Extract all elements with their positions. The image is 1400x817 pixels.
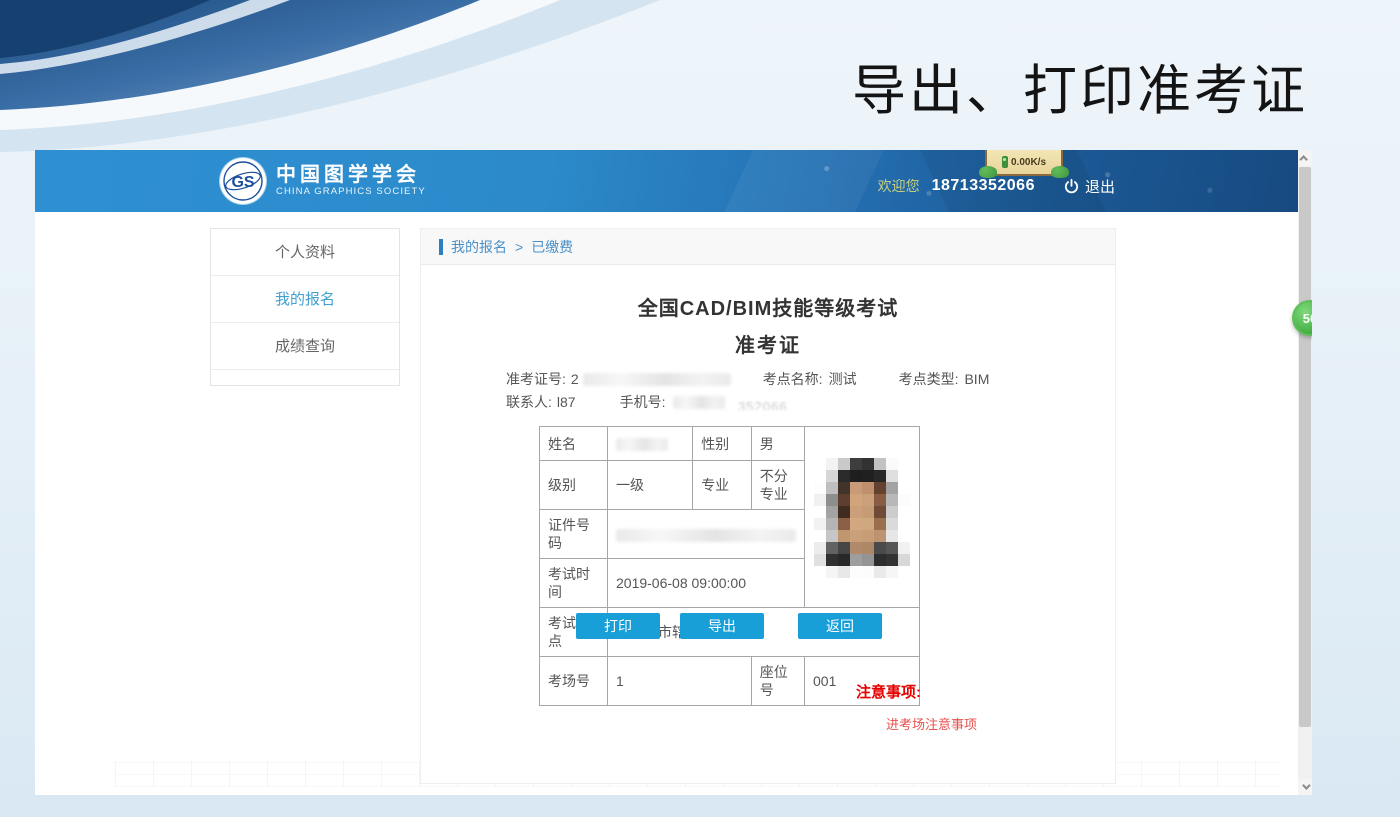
sidebar: 个人资料 我的报名 成绩查询 xyxy=(210,228,400,386)
logout-button[interactable]: 退出 xyxy=(1063,176,1115,197)
room-label: 考场号 xyxy=(540,657,608,706)
mobile-label: 手机号: xyxy=(620,391,666,414)
chevron-up-icon xyxy=(1299,155,1307,163)
network-speed-widget: 0.00K/s xyxy=(985,150,1063,176)
breadcrumb-section[interactable]: 我的报名 xyxy=(451,237,507,257)
decorative-swoosh xyxy=(0,0,660,165)
level-value: 一级 xyxy=(608,461,693,510)
info-row-1: 准考证号: 2 考点名称: 测试 考点类型: BIM xyxy=(506,368,1115,391)
time-label: 考试时间 xyxy=(540,559,608,608)
site-header: GS 中国图学学会 CHINA GRAPHICS SOCIETY 0.00K/s… xyxy=(35,150,1312,212)
bush-icon xyxy=(1051,166,1069,178)
logout-label: 退出 xyxy=(1085,176,1115,197)
export-button[interactable]: 导出 xyxy=(680,613,764,639)
id-value-redacted xyxy=(608,510,805,559)
ticket-no-label: 准考证号: xyxy=(506,368,566,391)
room-value: 1 xyxy=(608,657,752,706)
scroll-down-button[interactable] xyxy=(1298,779,1312,795)
sidebar-item-profile[interactable]: 个人资料 xyxy=(211,229,399,276)
mobile-redacted xyxy=(673,396,725,409)
notice-link[interactable]: 进考场注意事项 xyxy=(886,714,977,733)
photo-mosaic xyxy=(814,458,910,578)
traffic-light-icon xyxy=(1002,156,1008,168)
svg-text:GS: GS xyxy=(231,174,254,191)
action-buttons: 打印 导出 返回 xyxy=(576,613,882,639)
candidate-photo xyxy=(805,427,920,608)
back-button[interactable]: 返回 xyxy=(798,613,882,639)
time-value: 2019-06-08 09:00:00 xyxy=(608,559,805,608)
ticket-no-redacted xyxy=(583,373,731,386)
id-label: 证件号码 xyxy=(540,510,608,559)
page-body: 个人资料 我的报名 成绩查询 我的报名 > 已缴费 全国CAD/BIM技能等级考… xyxy=(35,212,1312,795)
ticket-no-visible: 2 xyxy=(571,368,579,391)
contact-label: 联系人: xyxy=(506,391,552,414)
site-logo[interactable]: GS 中国图学学会 CHINA GRAPHICS SOCIETY xyxy=(220,158,426,204)
breadcrumb: 我的报名 > 已缴费 xyxy=(421,229,1115,265)
presentation-slide: 导出、打印准考证 GS 中国图学学会 CHINA GRAPHICS SOCIET… xyxy=(0,0,1400,817)
name-label: 姓名 xyxy=(540,427,608,461)
breadcrumb-separator: > xyxy=(515,239,523,255)
major-label: 专业 xyxy=(693,461,752,510)
exam-title: 全国CAD/BIM技能等级考试 xyxy=(421,292,1115,321)
name-value-redacted xyxy=(608,427,693,461)
chevron-down-icon xyxy=(1302,781,1310,789)
contact-value: l87 xyxy=(557,391,576,414)
mobile-visible-digits: 352066 xyxy=(725,395,787,410)
welcome-label: 欢迎您 xyxy=(878,176,920,196)
logo-emblem-icon: GS xyxy=(220,158,266,204)
browser-scrollbar[interactable] xyxy=(1298,150,1312,795)
logo-name-en: CHINA GRAPHICS SOCIETY xyxy=(276,186,426,198)
site-name-label: 考点名称: xyxy=(763,368,823,391)
print-button[interactable]: 打印 xyxy=(576,613,660,639)
site-type-value: BIM xyxy=(964,368,989,391)
user-phone-number: 18713352066 xyxy=(932,177,1035,195)
logo-name-cn: 中国图学学会 xyxy=(276,164,426,186)
power-icon xyxy=(1063,178,1080,195)
scrollbar-thumb[interactable] xyxy=(1299,167,1311,727)
slide-title: 导出、打印准考证 xyxy=(852,46,1308,125)
notice-section: 注意事项: 进考场注意事项 xyxy=(856,681,977,734)
seat-label: 座位号 xyxy=(751,657,804,706)
table-row: 姓名 性别 男 xyxy=(540,427,920,461)
notice-title: 注意事项: xyxy=(856,681,977,702)
site-name-value: 测试 xyxy=(829,368,857,391)
breadcrumb-accent-bar xyxy=(439,239,443,255)
gender-label: 性别 xyxy=(693,427,752,461)
main-panel: 我的报名 > 已缴费 全国CAD/BIM技能等级考试 准考证 准考证号: 2 考… xyxy=(420,228,1116,784)
ticket-title: 准考证 xyxy=(421,329,1115,358)
scroll-up-button[interactable] xyxy=(1298,150,1312,166)
major-value: 不分专业 xyxy=(751,461,804,510)
admission-ticket-table: 姓名 性别 男 级别 一级 专业 不分专业 xyxy=(539,426,920,706)
logo-text: 中国图学学会 CHINA GRAPHICS SOCIETY xyxy=(276,164,426,198)
bush-icon xyxy=(979,166,997,178)
ticket-info: 准考证号: 2 考点名称: 测试 考点类型: BIM 联系人: l87 手机号:… xyxy=(506,368,1115,414)
site-type-label: 考点类型: xyxy=(899,368,959,391)
website-screenshot: GS 中国图学学会 CHINA GRAPHICS SOCIETY 0.00K/s… xyxy=(35,150,1312,795)
level-label: 级别 xyxy=(540,461,608,510)
sidebar-item-score-query[interactable]: 成绩查询 xyxy=(211,323,399,370)
info-row-2: 联系人: l87 手机号: 352066 xyxy=(506,391,1115,414)
gender-value: 男 xyxy=(751,427,804,461)
network-speed-value: 0.00K/s xyxy=(1011,157,1046,168)
breadcrumb-page[interactable]: 已缴费 xyxy=(531,237,573,257)
sidebar-item-my-registration[interactable]: 我的报名 xyxy=(211,276,399,323)
